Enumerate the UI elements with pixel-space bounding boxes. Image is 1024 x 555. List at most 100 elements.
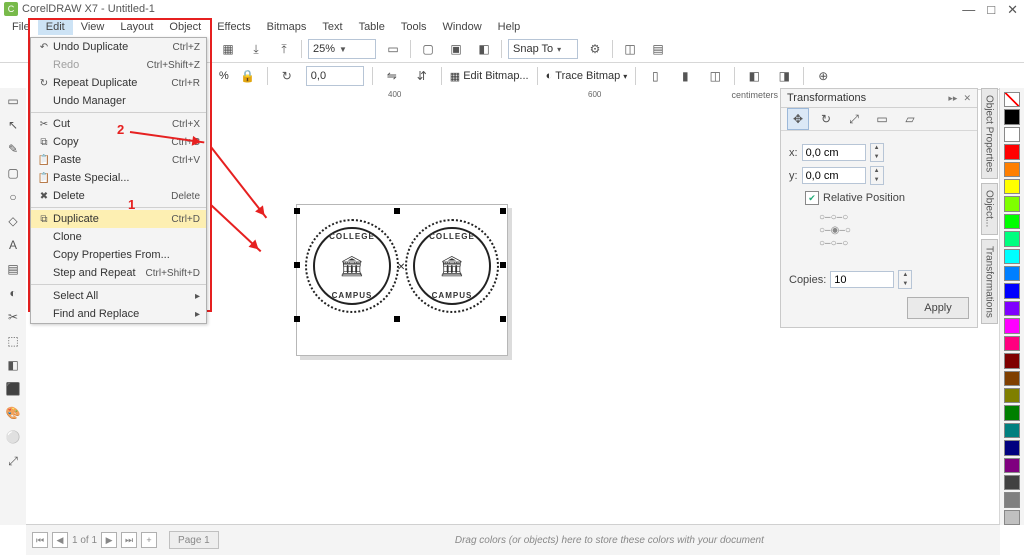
color-swatch[interactable] bbox=[1004, 249, 1020, 264]
tool-icon[interactable]: ▢ bbox=[4, 164, 22, 182]
color-swatch[interactable] bbox=[1004, 388, 1020, 403]
position-tab-icon[interactable]: ✥ bbox=[787, 108, 809, 130]
color-swatch[interactable] bbox=[1004, 162, 1020, 177]
toolbar-icon[interactable]: ▣ bbox=[445, 38, 467, 60]
color-swatch[interactable] bbox=[1004, 336, 1020, 351]
handle[interactable] bbox=[500, 316, 506, 322]
tool-icon[interactable]: ⬛ bbox=[4, 380, 22, 398]
y-input[interactable] bbox=[802, 167, 866, 184]
menu-item-paste[interactable]: 📋PasteCtrl+V bbox=[31, 151, 206, 169]
color-swatch[interactable] bbox=[1004, 109, 1020, 124]
page-add-button[interactable]: + bbox=[141, 532, 157, 548]
tool-icon[interactable]: ◇ bbox=[4, 212, 22, 230]
lock-icon[interactable]: 🔒 bbox=[237, 65, 259, 87]
menu-effects[interactable]: Effects bbox=[209, 19, 258, 35]
handle[interactable] bbox=[394, 208, 400, 214]
handle[interactable] bbox=[394, 316, 400, 322]
color-swatch[interactable] bbox=[1004, 440, 1020, 455]
page-first-button[interactable]: ⏮ bbox=[32, 532, 48, 548]
tool-icon[interactable]: A bbox=[4, 236, 22, 254]
size-tab-icon[interactable]: ▭ bbox=[871, 108, 893, 130]
page-next-button[interactable]: ▶ bbox=[101, 532, 117, 548]
tool-icon[interactable]: ⬚ bbox=[4, 332, 22, 350]
menu-edit[interactable]: Edit bbox=[38, 19, 73, 35]
anchor-grid[interactable]: ○–○–○○–◉–○○–○–○ bbox=[819, 211, 969, 250]
edit-bitmap-button[interactable]: ▦Edit Bitmap... bbox=[450, 70, 529, 83]
color-swatch[interactable] bbox=[1004, 214, 1020, 229]
tab-object[interactable]: Object... bbox=[981, 183, 998, 234]
color-swatch[interactable] bbox=[1004, 266, 1020, 281]
toolbar-icon[interactable]: ▦ bbox=[217, 38, 239, 60]
tool-icon[interactable]: ▭ bbox=[4, 92, 22, 110]
color-swatch[interactable] bbox=[1004, 231, 1020, 246]
export-icon[interactable]: ⤒ bbox=[273, 38, 295, 60]
tool-icon[interactable]: ✎ bbox=[4, 140, 22, 158]
y-spinner[interactable]: ▲▼ bbox=[870, 166, 884, 185]
maximize-button[interactable]: □ bbox=[987, 2, 995, 18]
menu-object[interactable]: Object bbox=[161, 19, 209, 35]
seal-object-1[interactable]: COLLEGE 🏛 CAMPUS bbox=[305, 219, 399, 313]
menu-help[interactable]: Help bbox=[490, 19, 529, 35]
menu-item-duplicate[interactable]: ⧉DuplicateCtrl+D bbox=[31, 210, 206, 228]
color-swatch[interactable] bbox=[1004, 283, 1020, 298]
color-swatch[interactable] bbox=[1004, 423, 1020, 438]
color-swatch[interactable] bbox=[1004, 371, 1020, 386]
copies-input[interactable] bbox=[830, 271, 894, 288]
toolbar-icon[interactable]: ◧ bbox=[473, 38, 495, 60]
color-swatch[interactable] bbox=[1004, 127, 1020, 142]
x-spinner[interactable]: ▲▼ bbox=[870, 143, 884, 162]
color-swatch[interactable] bbox=[1004, 458, 1020, 473]
toolbar-icon[interactable]: ◫ bbox=[704, 65, 726, 87]
tool-icon[interactable]: ▤ bbox=[4, 260, 22, 278]
color-swatch[interactable] bbox=[1004, 318, 1020, 333]
menu-bitmaps[interactable]: Bitmaps bbox=[259, 19, 315, 35]
toolbar-icon[interactable]: ▤ bbox=[647, 38, 669, 60]
x-input[interactable] bbox=[802, 144, 866, 161]
menu-item-clone[interactable]: Clone bbox=[31, 228, 206, 246]
minimize-button[interactable]: — bbox=[962, 2, 975, 18]
menu-item-copy-properties-from-[interactable]: Copy Properties From... bbox=[31, 246, 206, 264]
menu-layout[interactable]: Layout bbox=[112, 19, 161, 35]
zoom-combo[interactable]: 25%▼ bbox=[308, 39, 376, 59]
menu-table[interactable]: Table bbox=[351, 19, 393, 35]
menu-item-delete[interactable]: ✖DeleteDelete bbox=[31, 187, 206, 205]
menu-item-undo-duplicate[interactable]: ↶Undo DuplicateCtrl+Z bbox=[31, 38, 206, 56]
handle[interactable] bbox=[500, 208, 506, 214]
rotate-tab-icon[interactable]: ↻ bbox=[815, 108, 837, 130]
menu-item-paste-special-[interactable]: 📋Paste Special... bbox=[31, 169, 206, 187]
tool-icon[interactable]: 🎨 bbox=[4, 404, 22, 422]
menu-text[interactable]: Text bbox=[314, 19, 350, 35]
menu-file[interactable]: File bbox=[4, 19, 38, 35]
menu-item-repeat-duplicate[interactable]: ↻Repeat DuplicateCtrl+R bbox=[31, 74, 206, 92]
mirror-v-icon[interactable]: ⇵ bbox=[411, 65, 433, 87]
relative-checkbox[interactable]: ✔ bbox=[805, 191, 819, 205]
page-last-button[interactable]: ⏭ bbox=[121, 532, 137, 548]
toolbar-icon[interactable]: ▢ bbox=[417, 38, 439, 60]
add-icon[interactable]: ⊕ bbox=[812, 65, 834, 87]
tab-transformations[interactable]: Transformations bbox=[981, 239, 998, 325]
menu-item-select-all[interactable]: Select All▸ bbox=[31, 287, 206, 305]
menu-tools[interactable]: Tools bbox=[393, 19, 435, 35]
snap-combo[interactable]: Snap To▾ bbox=[508, 39, 578, 59]
menu-item-undo-manager[interactable]: Undo Manager bbox=[31, 92, 206, 110]
color-swatch[interactable] bbox=[1004, 475, 1020, 490]
toolbar-icon[interactable]: ▯ bbox=[644, 65, 666, 87]
toolbar-icon[interactable]: ◫ bbox=[619, 38, 641, 60]
page-prev-button[interactable]: ◀ bbox=[52, 532, 68, 548]
handle[interactable] bbox=[500, 262, 506, 268]
tool-icon[interactable]: ○ bbox=[4, 188, 22, 206]
skew-tab-icon[interactable]: ▱ bbox=[899, 108, 921, 130]
rotate-icon[interactable]: ↻ bbox=[276, 65, 298, 87]
handle[interactable] bbox=[294, 262, 300, 268]
color-swatch[interactable] bbox=[1004, 301, 1020, 316]
no-color-swatch[interactable] bbox=[1004, 92, 1020, 107]
rotation-input[interactable]: 0,0 bbox=[306, 66, 364, 86]
tool-icon[interactable]: ◐ bbox=[4, 284, 22, 302]
tool-icon[interactable]: ⚪ bbox=[4, 428, 22, 446]
menu-view[interactable]: View bbox=[73, 19, 113, 35]
mirror-h-icon[interactable]: ⇋ bbox=[381, 65, 403, 87]
tool-icon[interactable]: ⤢ bbox=[4, 452, 22, 470]
handle[interactable] bbox=[294, 208, 300, 214]
color-swatch[interactable] bbox=[1004, 353, 1020, 368]
import-icon[interactable]: ⤓ bbox=[245, 38, 267, 60]
